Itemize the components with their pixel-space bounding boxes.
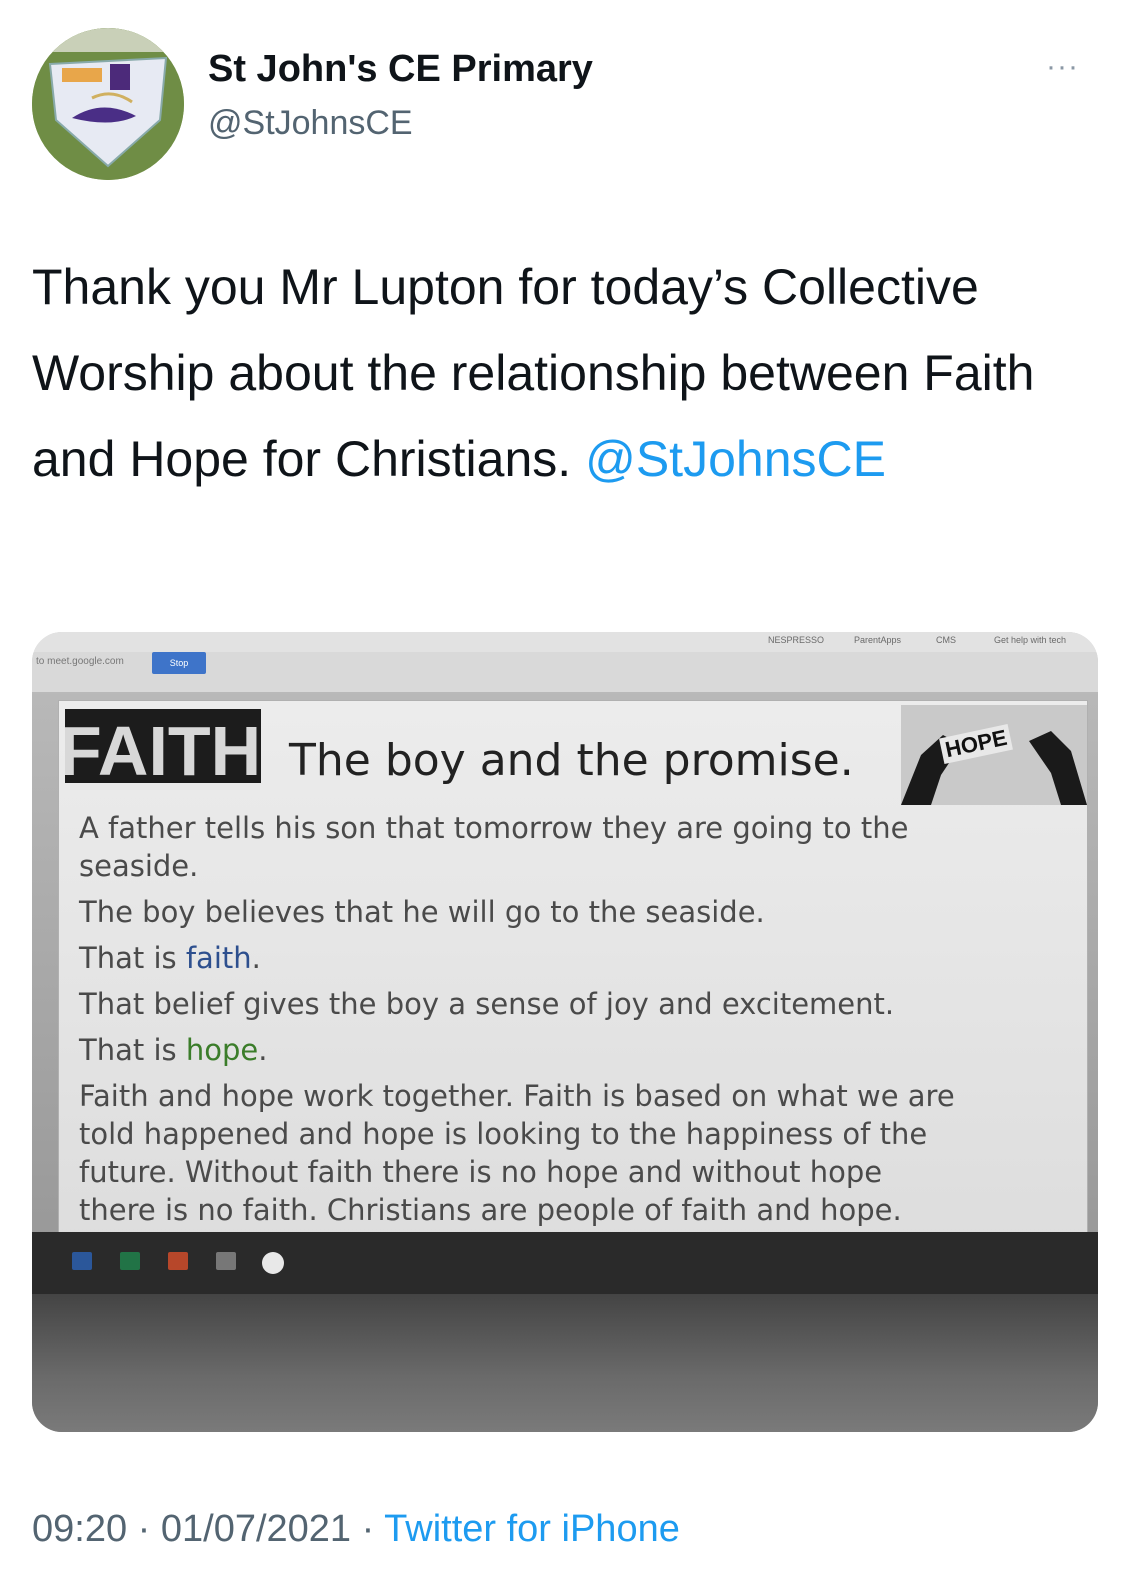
tweet-date[interactable]: 01/07/2021: [161, 1508, 351, 1550]
slide-line: told happened and hope is looking to the…: [79, 1117, 928, 1151]
avatar[interactable]: [32, 28, 184, 180]
word-icon: [72, 1252, 92, 1270]
hope-word: hope: [185, 1033, 259, 1067]
bookmark-item: ParentApps: [854, 635, 902, 645]
slide-line: future. Without faith there is no hope a…: [79, 1155, 883, 1189]
excel-icon: [120, 1252, 140, 1270]
slide-text: .: [251, 941, 261, 975]
app-icon: [216, 1252, 236, 1270]
hope-image: HOPE: [901, 705, 1087, 805]
faith-logo-text: FAITH: [65, 712, 261, 783]
account-name[interactable]: St John's CE Primary: [208, 48, 593, 91]
tweet-time[interactable]: 09:20: [32, 1508, 127, 1550]
more-options-icon[interactable]: ···: [1046, 50, 1079, 84]
tweet-text: Thank you Mr Lupton for today’s Collecti…: [32, 244, 1092, 502]
tweet-meta: 09:20 · 01/07/2021 · Twitter for iPhone: [32, 1508, 680, 1551]
slide-text: That is: [79, 941, 177, 975]
faith-logo: FAITH: [65, 709, 261, 783]
account-handle[interactable]: @StJohnsCE: [208, 104, 413, 143]
stop-sharing-button: Stop: [152, 652, 206, 674]
separator: ·: [351, 1508, 385, 1550]
laptop-bezel: [32, 1294, 1098, 1432]
slide-body: A father tells his son that tomorrow the…: [79, 809, 1069, 1229]
powerpoint-icon: [168, 1252, 188, 1270]
slide-text: That is: [79, 1033, 177, 1067]
tweet-photo[interactable]: NESPRESSO ParentApps CMS Get help with t…: [32, 632, 1098, 1432]
slide-line: That is faith.: [79, 939, 1069, 977]
bookmark-item: NESPRESSO: [768, 635, 825, 645]
slide-text: .: [258, 1033, 268, 1067]
slide-line: That is hope.: [79, 1031, 1069, 1069]
slide-line: The boy believes that he will go to the …: [79, 895, 765, 929]
slide-line: A father tells his son that tomorrow the…: [79, 811, 909, 845]
slide-title: The boy and the promise.: [289, 735, 854, 786]
slide-line: seaside.: [79, 849, 199, 883]
slide-line: Faith and hope work together. Faith is b…: [79, 1079, 955, 1113]
tweet-source-link[interactable]: Twitter for iPhone: [384, 1508, 680, 1550]
chrome-icon: [262, 1252, 284, 1274]
sharing-url: to meet.google.com: [36, 656, 124, 667]
school-logo-avatar: [32, 28, 184, 180]
bookmark-item: Get help with tech: [994, 635, 1067, 645]
slide-line: there is no faith. Christians are people…: [79, 1193, 902, 1227]
faith-word: faith: [185, 941, 252, 975]
slide-line: That belief gives the boy a sense of joy…: [79, 987, 895, 1021]
windows-taskbar: [32, 1232, 1098, 1294]
separator: ·: [127, 1508, 161, 1550]
bookmark-item: CMS: [936, 635, 956, 645]
bookmarks-bar: NESPRESSO ParentApps CMS Get help with t…: [32, 632, 1098, 652]
presentation-slide: FAITH The boy and the promise. HOPE A fa…: [58, 700, 1088, 1282]
hands-icon: [901, 731, 1087, 805]
mention-link[interactable]: @StJohnsCE: [585, 431, 886, 487]
